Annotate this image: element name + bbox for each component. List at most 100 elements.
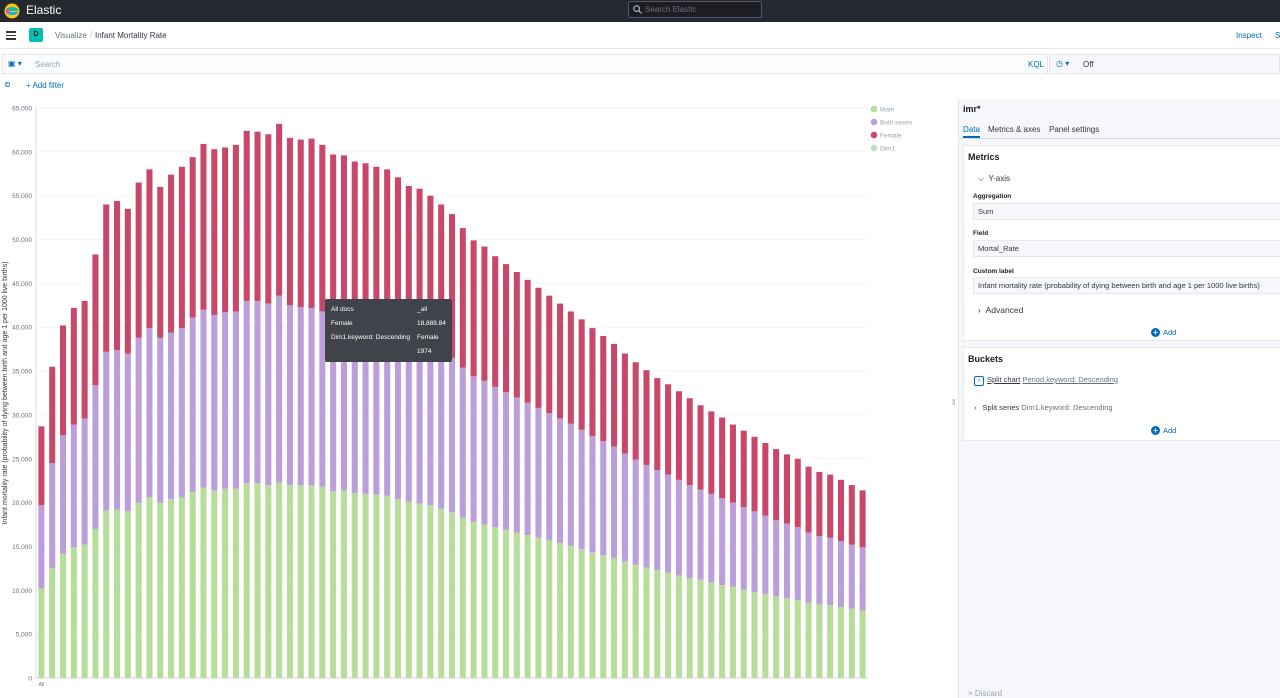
resize-handle[interactable]: ‖ (952, 398, 955, 407)
bar-female[interactable] (600, 336, 607, 442)
bar-both-sexes[interactable] (459, 367, 466, 518)
bar-both-sexes[interactable] (848, 544, 855, 609)
bar-male[interactable] (621, 561, 628, 678)
bar-female[interactable] (49, 366, 56, 464)
bar-male[interactable] (492, 527, 499, 678)
bar-female[interactable] (589, 328, 596, 436)
discard-button[interactable]: × Discard (968, 689, 1002, 698)
bar-both-sexes[interactable] (254, 300, 261, 484)
bar-female[interactable] (470, 240, 477, 377)
bar-female[interactable] (567, 311, 574, 424)
bar-both-sexes[interactable] (189, 317, 196, 493)
bar-male[interactable] (643, 567, 650, 678)
bar-both-sexes[interactable] (135, 337, 142, 503)
bar-male[interactable] (70, 547, 77, 678)
bar-both-sexes[interactable] (600, 441, 607, 556)
bar-both-sexes[interactable] (405, 337, 412, 502)
bar-female[interactable] (546, 295, 553, 414)
bar-male[interactable] (232, 488, 239, 678)
bar-both-sexes[interactable] (729, 502, 736, 587)
bar-both-sexes[interactable] (740, 507, 747, 590)
query-input[interactable] (35, 58, 935, 71)
bar-female[interactable] (81, 300, 88, 419)
bar-female[interactable] (675, 391, 682, 480)
bar-female[interactable] (740, 430, 747, 507)
bar-male[interactable] (848, 608, 855, 678)
bar-female[interactable] (135, 182, 142, 338)
bar-both-sexes[interactable] (222, 312, 229, 489)
bar-female[interactable] (92, 254, 99, 386)
bar-female[interactable] (265, 134, 272, 304)
bar-both-sexes[interactable] (243, 300, 250, 484)
bar-female[interactable] (492, 256, 499, 387)
filter-options-icon[interactable]: ⊜ (4, 80, 11, 89)
bar-both-sexes[interactable] (783, 523, 790, 599)
bar-female[interactable] (816, 471, 823, 536)
time-picker[interactable]: ◷ ▾ Off (1049, 54, 1280, 74)
bar-both-sexes[interactable] (200, 309, 207, 488)
bar-male[interactable] (805, 602, 812, 678)
add-metric-button[interactable]: + Add (1151, 328, 1176, 337)
bar-male[interactable] (827, 605, 834, 678)
field-select[interactable]: Mortal_Rate (973, 240, 1280, 257)
bar-male[interactable] (297, 485, 304, 678)
bar-male[interactable] (340, 490, 347, 678)
breadcrumb-visualize[interactable]: Visualize (55, 31, 87, 40)
bar-male[interactable] (135, 502, 142, 678)
bar-both-sexes[interactable] (427, 344, 434, 506)
bar-female[interactable] (146, 169, 153, 329)
bar-both-sexes[interactable] (492, 386, 499, 528)
bar-both-sexes[interactable] (611, 446, 618, 558)
bar-male[interactable] (654, 570, 661, 678)
bar-male[interactable] (92, 528, 99, 678)
bar-male[interactable] (319, 486, 326, 678)
bar-female[interactable] (848, 485, 855, 545)
bar-male[interactable] (405, 501, 412, 678)
bar-female[interactable] (762, 442, 769, 516)
bar-male[interactable] (146, 497, 153, 678)
bar-female[interactable] (243, 130, 250, 301)
bar-female[interactable] (837, 479, 845, 542)
bar-male[interactable] (470, 521, 477, 678)
bar-male[interactable] (708, 582, 715, 678)
bar-both-sexes[interactable] (265, 303, 272, 486)
bar-both-sexes[interactable] (686, 485, 693, 579)
global-search[interactable] (628, 1, 762, 18)
bar-both-sexes[interactable] (708, 493, 715, 583)
bar-both-sexes[interactable] (178, 328, 185, 498)
bar-female[interactable] (308, 138, 315, 308)
bar-male[interactable] (816, 604, 823, 678)
bar-female[interactable] (729, 424, 736, 503)
bar-female[interactable] (524, 279, 531, 403)
bar-both-sexes[interactable] (557, 418, 564, 543)
bar-male[interactable] (308, 485, 315, 678)
bar-both-sexes[interactable] (837, 541, 845, 607)
legend-label[interactable]: Female (880, 133, 902, 140)
bar-both-sexes[interactable] (481, 380, 488, 525)
bar-male[interactable] (837, 606, 845, 678)
bar-male[interactable] (794, 599, 801, 678)
bar-female[interactable] (459, 228, 466, 368)
bar-both-sexes[interactable] (794, 527, 801, 600)
bar-both-sexes[interactable] (503, 392, 510, 530)
chevron-right-icon[interactable]: › (974, 376, 984, 386)
bar-female[interactable] (697, 405, 704, 490)
add-bucket-button[interactable]: + Add (1151, 426, 1176, 435)
bar-female[interactable] (686, 398, 693, 486)
bar-male[interactable] (124, 511, 131, 678)
bar-female[interactable] (557, 303, 564, 419)
bar-female[interactable] (319, 144, 326, 312)
saved-query-menu-icon[interactable]: ▣ ▾ (8, 59, 22, 68)
bar-female[interactable] (211, 149, 218, 315)
bar-both-sexes[interactable] (59, 435, 67, 554)
bar-female[interactable] (232, 144, 239, 312)
bar-both-sexes[interactable] (49, 463, 56, 569)
bar-female[interactable] (124, 208, 131, 354)
space-avatar[interactable]: D (29, 28, 43, 42)
bar-both-sexes[interactable] (211, 314, 218, 491)
bar-female[interactable] (503, 264, 510, 393)
bar-male[interactable] (503, 529, 510, 678)
bar-male[interactable] (524, 535, 531, 678)
bar-both-sexes[interactable] (308, 307, 315, 486)
bar-male[interactable] (189, 492, 196, 678)
